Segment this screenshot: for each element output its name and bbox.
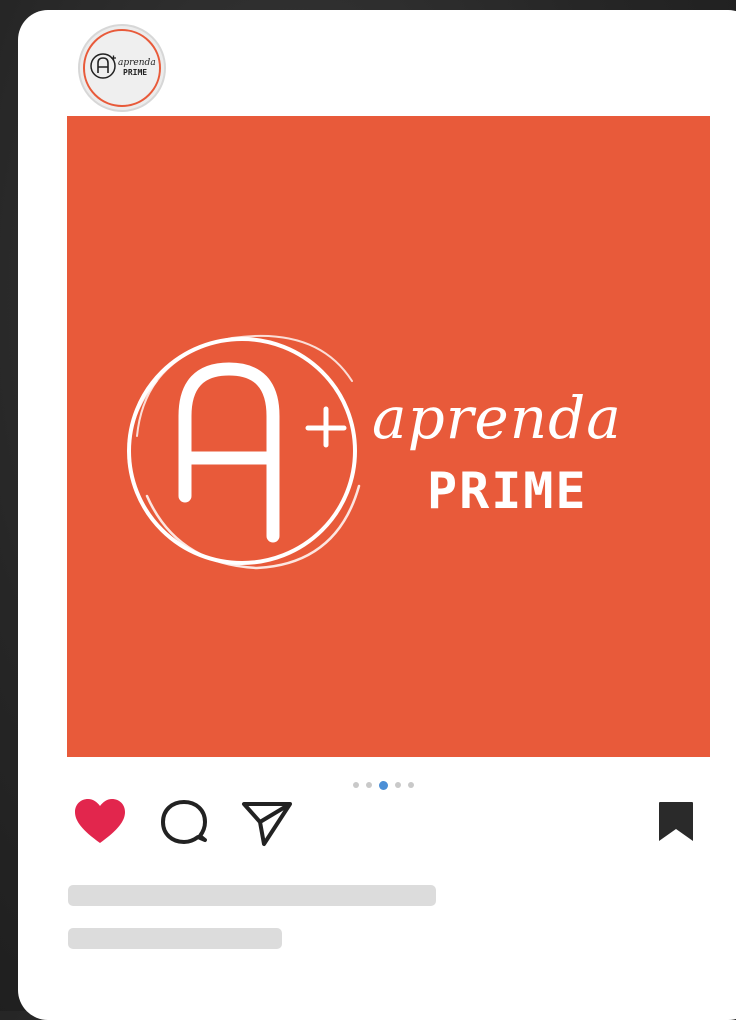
caption-placeholder	[68, 885, 436, 906]
aprenda-prime-logo: aprenda PRIME	[127, 334, 622, 570]
send-icon[interactable]	[240, 798, 294, 848]
svg-text:aprenda: aprenda	[372, 384, 622, 452]
heart-icon[interactable]	[74, 798, 126, 846]
carousel-dot-active[interactable]	[379, 780, 388, 790]
carousel-dot[interactable]	[408, 782, 414, 788]
profile-avatar[interactable]: aprenda PRIME	[78, 24, 166, 112]
svg-text:aprenda: aprenda	[118, 58, 156, 68]
post-card: aprenda PRIME aprenda PRIME	[18, 10, 736, 1020]
carousel-dot[interactable]	[395, 782, 401, 788]
aprenda-prime-avatar-logo: aprenda PRIME	[90, 53, 156, 79]
post-image[interactable]: aprenda PRIME	[67, 116, 710, 757]
avatar-logo: aprenda PRIME	[83, 29, 161, 107]
comments-placeholder	[68, 928, 282, 949]
comment-icon[interactable]	[160, 798, 208, 846]
carousel-dot[interactable]	[366, 782, 372, 788]
svg-text:PRIME: PRIME	[123, 68, 147, 77]
carousel-dot[interactable]	[353, 782, 359, 788]
bookmark-icon[interactable]	[656, 799, 696, 845]
svg-text:PRIME: PRIME	[427, 462, 588, 520]
carousel-indicator	[353, 780, 414, 790]
